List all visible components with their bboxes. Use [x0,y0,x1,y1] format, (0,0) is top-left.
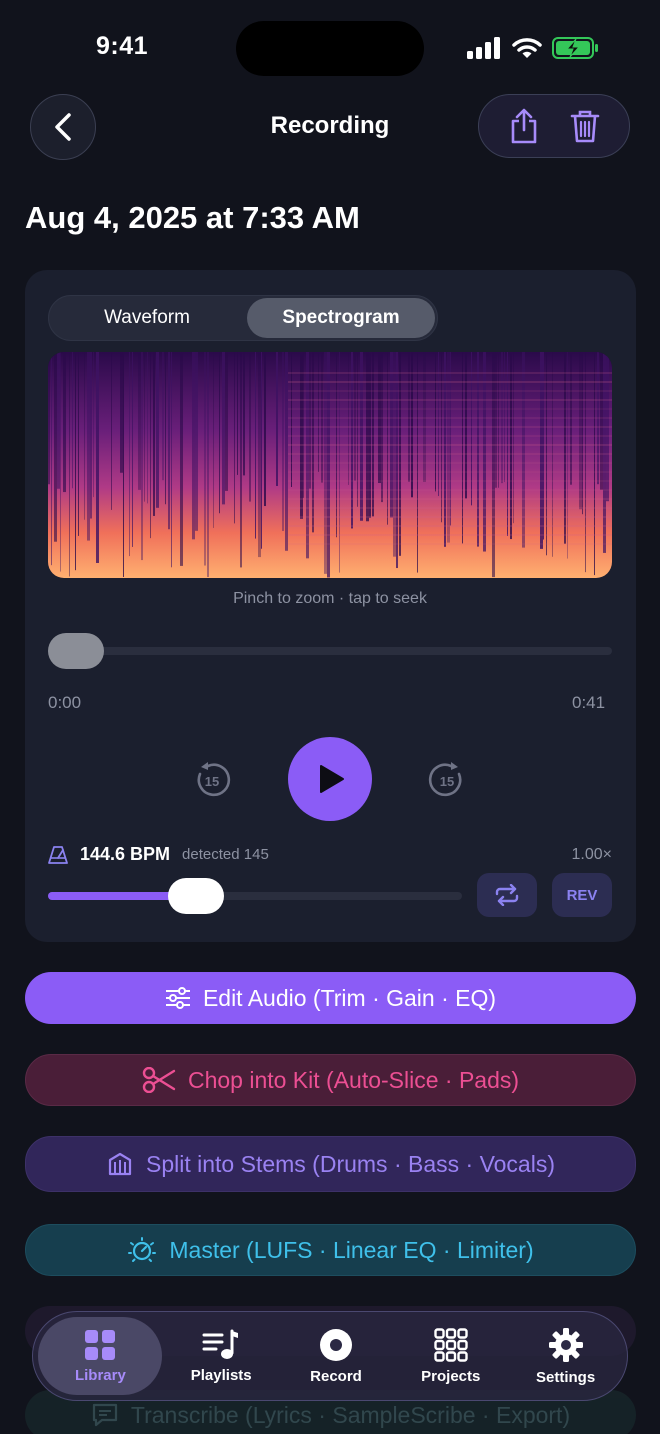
split-stems-button[interactable]: Split into Stems (Drums · Bass · Vocals) [25,1136,636,1192]
play-icon [320,765,344,793]
tab-record[interactable]: Record [280,1317,392,1395]
gear-icon [548,1327,583,1362]
split-label: Split into Stems (Drums · Bass · Vocals) [146,1150,555,1177]
chop-label: Chop into Kit (Auto-Slice · Pads) [187,1066,520,1093]
battery-charging-icon [552,37,598,59]
rewind-15-icon: 15 [197,762,231,797]
tab-projects[interactable]: Projects [395,1317,507,1395]
layers-icon [108,1152,132,1176]
scissors-icon [142,1067,176,1093]
tab-bar: Library Playlists Record Projects Settin… [32,1311,628,1401]
current-time: 0:00 [48,693,82,712]
bpm-value: 144.6 BPM [80,844,171,864]
tab-waveform[interactable]: Waveform [51,298,243,338]
total-duration: 0:41 [572,693,606,712]
forward-15-icon: 15 [428,762,462,797]
playback-speed: 1.00× [571,846,612,863]
tab-playlists-label: Playlists [190,1366,252,1384]
spectrogram-hint: Pinch to zoom · tap to seek [233,590,427,607]
playlist-icon [202,1329,239,1359]
view-toggle: Waveform Spectrogram [48,295,438,341]
svg-text:15: 15 [440,774,454,789]
tab-library-label: Library [74,1366,126,1384]
spectrogram-view[interactable] [48,352,612,578]
play-button[interactable] [288,737,372,821]
metronome-icon [48,845,68,864]
speech-bubble-icon [92,1403,117,1427]
share-icon [511,108,536,144]
master-label: Master (LUFS · Linear EQ · Limiter) [169,1236,534,1263]
tab-spectrogram[interactable]: Spectrogram [247,298,435,338]
reverse-button[interactable]: REV [552,873,612,917]
rate-slider-fill [48,892,181,900]
delete-button[interactable] [569,108,601,144]
tab-settings-label: Settings [535,1368,596,1386]
tab-settings[interactable]: Settings [510,1317,622,1395]
wifi-icon [512,38,542,58]
repeat-icon [495,884,519,906]
status-icons [466,36,600,60]
dial-icon [128,1237,157,1262]
tab-projects-label: Projects [421,1367,481,1385]
status-time: 9:41 [96,32,149,60]
chop-into-kit-button[interactable]: Chop into Kit (Auto-Slice · Pads) [25,1054,636,1106]
transcribe-label: Transcribe (Lyrics · SampleScribe · Expo… [130,1401,571,1428]
tab-library[interactable]: Library [38,1317,163,1395]
master-button[interactable]: Master (LUFS · Linear EQ · Limiter) [25,1224,636,1276]
bpm-detected: detected 145 [182,846,269,863]
edit-audio-label: Edit Audio (Trim · Gain · EQ) [202,984,497,1011]
tab-playlists[interactable]: Playlists [165,1317,277,1395]
skip-back-15-button[interactable]: 15 [192,760,232,800]
tempo-info: 144.6 BPM detected 145 [48,844,269,865]
edit-audio-button[interactable]: Edit Audio (Trim · Gain · EQ) [25,972,636,1024]
rate-slider-track[interactable] [48,892,462,900]
share-button[interactable] [508,107,540,145]
rate-slider-thumb[interactable] [168,878,224,914]
recording-date: Aug 4, 2025 at 7:33 AM [25,200,360,235]
spectrogram-image [48,352,612,578]
seek-thumb[interactable] [48,633,104,669]
projects-grid-icon [434,1327,468,1362]
sliders-icon [165,987,190,1009]
tab-record-label: Record [310,1367,362,1385]
grid-icon [85,1329,116,1360]
seek-track[interactable] [48,647,612,655]
loop-button[interactable] [477,873,537,917]
cellular-signal-icon [467,37,500,59]
header-actions [478,94,630,158]
svg-text:15: 15 [205,774,219,789]
dynamic-island [236,21,424,76]
trash-icon [570,110,599,143]
record-icon [319,1328,352,1361]
skip-forward-15-button[interactable]: 15 [427,760,467,800]
